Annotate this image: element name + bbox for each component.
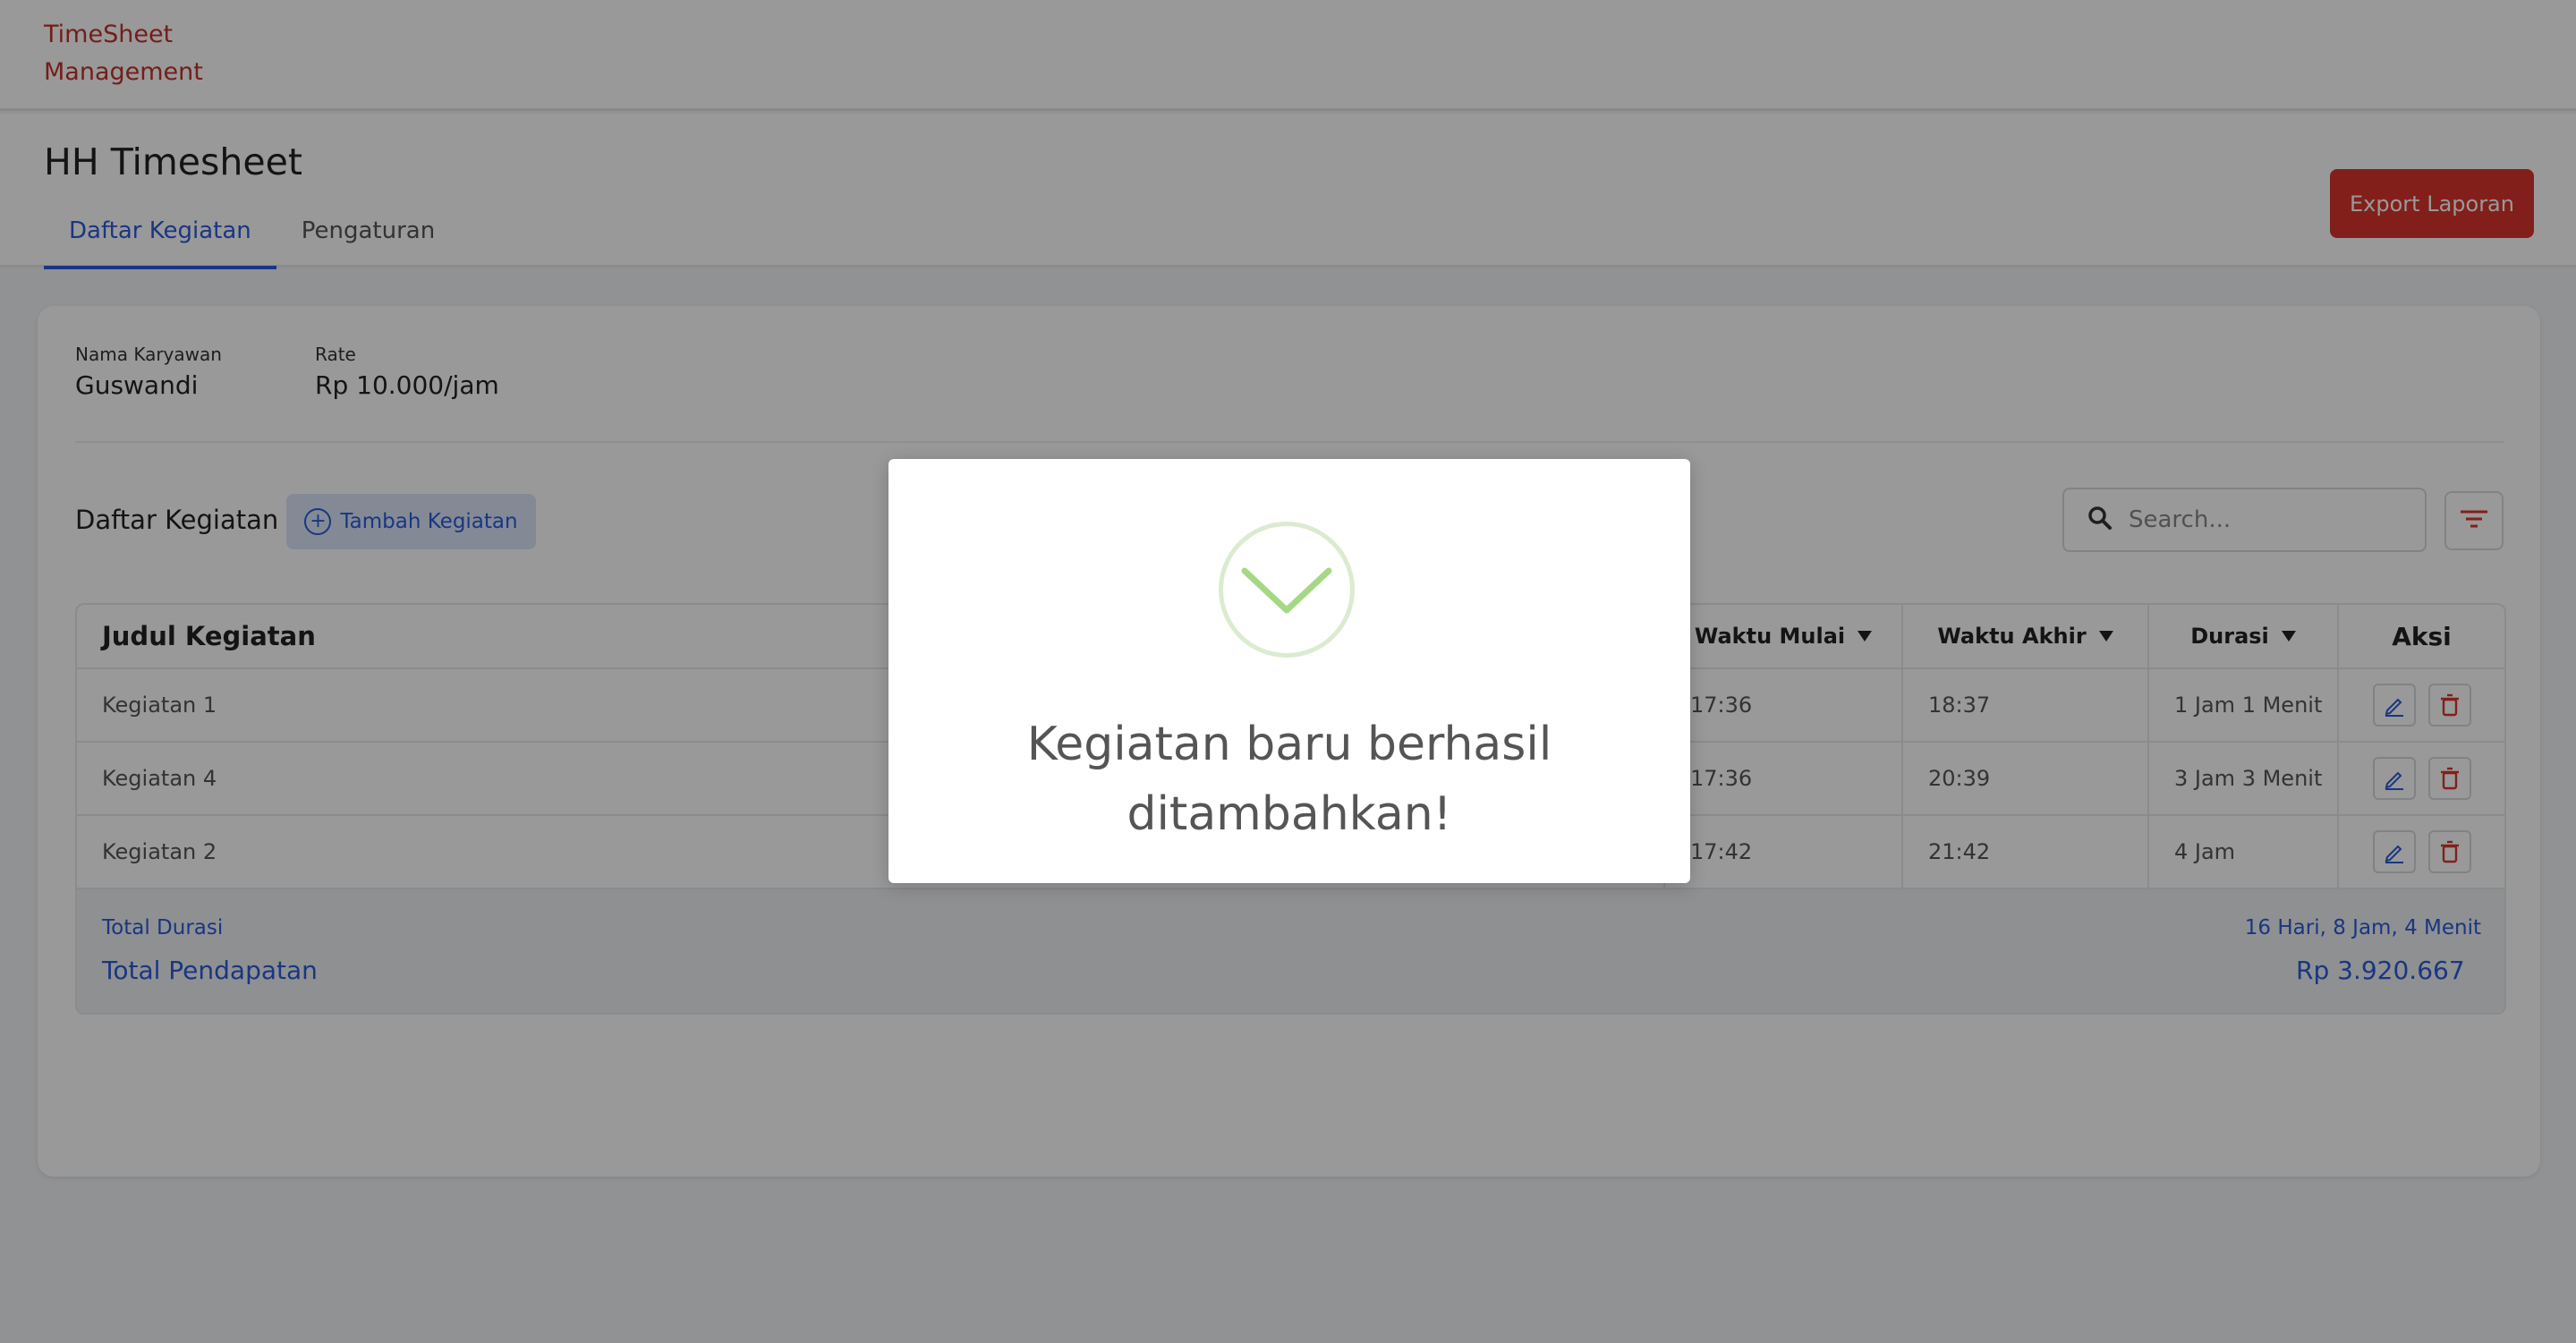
- success-dialog: Kegiatan baru berhasil ditambahkan!: [888, 459, 1690, 883]
- success-message-line-2: ditambahkan!: [1126, 787, 1452, 841]
- success-message-line-1: Kegiatan baru berhasil: [1026, 718, 1552, 771]
- success-message: Kegiatan baru berhasil ditambahkan!: [942, 710, 1637, 849]
- success-check-icon: [1219, 522, 1355, 658]
